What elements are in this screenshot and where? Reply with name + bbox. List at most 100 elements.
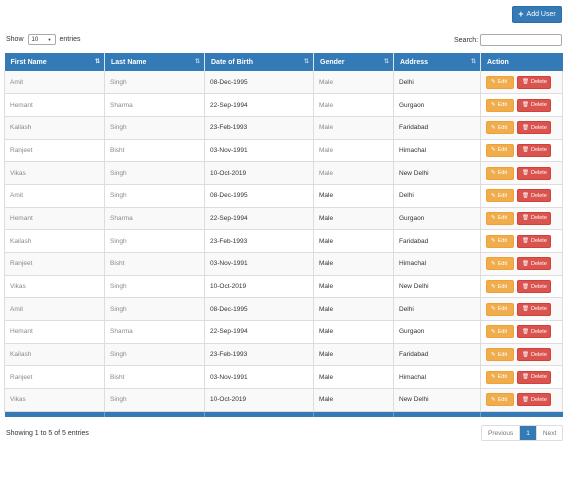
sort-icon: ⇅ — [194, 59, 200, 65]
action-cell: ✎ Edit 🗑 Delete — [480, 275, 563, 299]
edit-button[interactable]: ✎ Edit — [486, 189, 514, 203]
table-row: Vikas Singh 10-Oct-2019 Male New Delhi ✎ Edit 🗑… — [4, 388, 563, 412]
gender-cell: Male — [313, 161, 394, 185]
previous-page-button[interactable]: Previous — [482, 426, 521, 440]
trash-icon: 🗑 — [522, 374, 529, 381]
search-control: Search: — [454, 34, 563, 46]
gender-cell: Male — [313, 71, 394, 95]
delete-label: Delete — [530, 238, 547, 245]
edit-button[interactable]: ✎ Edit — [486, 257, 514, 271]
edit-button[interactable]: ✎ Edit — [486, 393, 514, 407]
delete-button[interactable]: 🗑 Delete — [517, 393, 551, 407]
edit-button[interactable]: ✎ Edit — [486, 211, 514, 225]
delete-button[interactable]: 🗑 Delete — [517, 98, 551, 112]
table-row: Hemant Sharma 22-Sep-1994 Male Gurgaon ✎ Edit 🗑… — [4, 207, 563, 231]
trash-icon: 🗑 — [522, 192, 529, 199]
edit-button[interactable]: ✎ Edit — [486, 166, 514, 180]
first-name-cell: Kailash — [4, 343, 105, 367]
delete-button[interactable]: 🗑 Delete — [517, 302, 551, 316]
action-cell: ✎ Edit 🗑 Delete — [480, 139, 563, 163]
pencil-icon: ✎ — [491, 124, 496, 131]
last-name-cell: Singh — [104, 161, 205, 185]
dob-cell: 10-Oct-2019 — [204, 275, 314, 299]
edit-button[interactable]: ✎ Edit — [486, 98, 514, 112]
entries-select[interactable]: 10 ▼ — [27, 34, 56, 45]
next-page-button[interactable]: Next — [537, 426, 562, 440]
pencil-icon: ✎ — [491, 374, 496, 381]
last-name-cell: Singh — [104, 71, 205, 95]
delete-button[interactable]: 🗑 Delete — [517, 370, 551, 384]
delete-button[interactable]: 🗑 Delete — [517, 325, 551, 339]
edit-button[interactable]: ✎ Edit — [486, 75, 514, 89]
search-input[interactable] — [480, 34, 563, 46]
show-label: Show — [6, 36, 24, 43]
delete-button[interactable]: 🗑 Delete — [517, 280, 551, 294]
edit-button[interactable]: ✎ Edit — [486, 234, 514, 248]
gender-cell: Male — [313, 365, 394, 390]
action-cell: ✎ Edit 🗑 Delete — [480, 320, 563, 344]
action-cell: ✎ Edit 🗑 Delete — [480, 93, 563, 117]
edit-button[interactable]: ✎ Edit — [486, 302, 514, 316]
edit-label: Edit — [497, 283, 508, 290]
trash-icon: 🗑 — [522, 170, 529, 177]
delete-button[interactable]: 🗑 Delete — [517, 143, 551, 157]
edit-button[interactable]: ✎ Edit — [486, 121, 514, 135]
edit-label: Edit — [497, 238, 508, 245]
edit-button[interactable]: ✎ Edit — [486, 325, 514, 339]
address-cell: Gurgaon — [393, 93, 481, 117]
delete-button[interactable]: 🗑 Delete — [517, 257, 551, 271]
delete-button[interactable]: 🗑 Delete — [517, 234, 551, 248]
first-name-cell: Ranjeet — [4, 252, 105, 276]
header-first-name[interactable]: First Name ⇅ — [4, 53, 105, 71]
delete-button[interactable]: 🗑 Delete — [517, 75, 551, 89]
pencil-icon: ✎ — [491, 215, 496, 222]
header-date-of-birth[interactable]: Date of Birth ⇅ — [204, 53, 314, 71]
first-name-cell: Hemant — [4, 207, 105, 231]
gender-cell: Male — [313, 184, 394, 208]
table-header-row: First Name ⇅ Last Name ⇅ Date of Birth ⇅ Ge… — [4, 53, 563, 71]
header-last-name[interactable]: Last Name ⇅ — [104, 53, 205, 71]
last-name-cell: Singh — [104, 184, 205, 208]
sort-icon: ⇅ — [470, 59, 476, 65]
delete-button[interactable]: 🗑 Delete — [517, 211, 551, 225]
edit-button[interactable]: ✎ Edit — [486, 280, 514, 294]
delete-button[interactable]: 🗑 Delete — [517, 189, 551, 203]
delete-label: Delete — [530, 306, 547, 313]
add-user-button[interactable]: + Add User — [512, 6, 562, 23]
gender-cell: Male — [313, 93, 394, 117]
add-user-label: Add User — [526, 11, 556, 18]
dob-cell: 08-Dec-1995 — [204, 184, 314, 208]
edit-button[interactable]: ✎ Edit — [486, 370, 514, 384]
trash-icon: 🗑 — [522, 351, 529, 358]
address-cell: Himachal — [393, 365, 481, 390]
gender-cell: Male — [313, 207, 394, 231]
table-row: Ranjeet Bisht 03-Nov-1991 Male Himachal ✎ Edit… — [4, 252, 563, 276]
edit-button[interactable]: ✎ Edit — [486, 348, 514, 362]
action-cell: ✎ Edit 🗑 Delete — [480, 184, 563, 208]
table-info: Showing 1 to 5 of 5 entries — [6, 430, 89, 437]
pencil-icon: ✎ — [491, 351, 496, 358]
first-name-cell: Amit — [4, 297, 105, 322]
delete-label: Delete — [530, 102, 547, 109]
action-cell: ✎ Edit 🗑 Delete — [480, 207, 563, 231]
last-name-cell: Bisht — [104, 365, 205, 390]
entries-label: entries — [59, 36, 81, 43]
pencil-icon: ✎ — [491, 283, 496, 290]
delete-button[interactable]: 🗑 Delete — [517, 166, 551, 180]
edit-button[interactable]: ✎ Edit — [486, 143, 514, 157]
delete-button[interactable]: 🗑 Delete — [517, 121, 551, 135]
trash-icon: 🗑 — [522, 260, 529, 267]
header-gender[interactable]: Gender ⇅ — [313, 53, 394, 71]
delete-button[interactable]: 🗑 Delete — [517, 348, 551, 362]
edit-label: Edit — [497, 396, 508, 403]
delete-label: Delete — [530, 215, 547, 222]
action-cell: ✎ Edit 🗑 Delete — [480, 161, 563, 185]
first-name-cell: Vikas — [4, 388, 105, 412]
pencil-icon: ✎ — [491, 306, 496, 313]
header-address[interactable]: Address ⇅ — [393, 53, 481, 71]
dob-cell: 03-Nov-1991 — [204, 365, 314, 390]
table-row: Hemant Sharma 22-Sep-1994 Male Gurgaon ✎ Edit 🗑… — [4, 320, 563, 344]
page-1-button[interactable]: 1 — [520, 426, 537, 440]
last-name-cell: Singh — [104, 116, 205, 140]
address-cell: Faridabad — [393, 116, 481, 140]
